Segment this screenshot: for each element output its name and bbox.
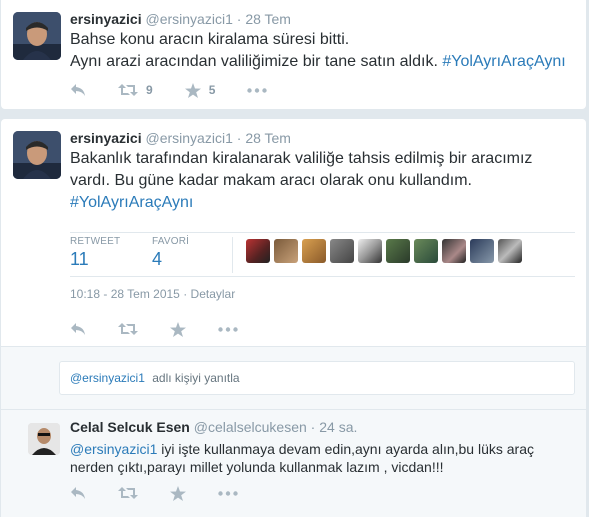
reply-composer-area: @ersinyazici1 adlı kişiyi yanıtla bbox=[1, 346, 586, 410]
star-icon bbox=[184, 82, 201, 98]
avatar[interactable] bbox=[13, 131, 61, 179]
more-button[interactable] bbox=[247, 87, 268, 93]
favoriter-avatars bbox=[246, 239, 526, 263]
stats-divider bbox=[232, 237, 233, 273]
favorite-stat-label: FAVORİ bbox=[152, 236, 190, 247]
tweet-line-text: iyi işte kullanmaya devam edin,aynı ayar… bbox=[161, 441, 534, 457]
retweet-button[interactable] bbox=[118, 486, 138, 500]
reply-icon bbox=[71, 323, 85, 335]
tweet-line: Bahse konu aracın kiralama süresi bitti. bbox=[70, 31, 350, 48]
favoriter-avatar[interactable] bbox=[414, 239, 438, 263]
hashtag-link[interactable]: #YolAyrıAraçAynı bbox=[70, 192, 575, 214]
reply-tweet[interactable]: Celal Selcuk Esen @celalselcukesen · 24 … bbox=[1, 410, 586, 517]
retweet-stat-value: 11 bbox=[70, 249, 89, 269]
author-name[interactable]: ersinyazici bbox=[70, 11, 142, 27]
author-handle[interactable]: @celalselcukesen bbox=[194, 419, 307, 435]
favoriter-avatar[interactable] bbox=[358, 239, 382, 263]
retweet-icon bbox=[118, 84, 138, 96]
tweet-line: nerden çıktı,parayı millet yolunda kulla… bbox=[70, 459, 444, 475]
tweet-text: @ersinyazici1 iyi işte kullanmaya devam … bbox=[70, 440, 540, 476]
favoriter-avatar[interactable] bbox=[386, 239, 410, 263]
separator-dot: · bbox=[183, 287, 191, 301]
retweet-button[interactable]: 9 bbox=[118, 83, 153, 97]
more-icon bbox=[218, 490, 238, 496]
retweet-count: 9 bbox=[146, 83, 153, 97]
tweet-stats: RETWEET 11 FAVORİ 4 bbox=[70, 232, 575, 277]
tweet-line: Bakanlık tarafından kiralanarak valiliğe… bbox=[70, 150, 533, 167]
reply-input[interactable]: @ersinyazici1 adlı kişiyi yanıtla bbox=[59, 361, 575, 395]
more-icon bbox=[218, 326, 238, 332]
author-handle[interactable]: @ersinyazici1 bbox=[146, 130, 233, 146]
tweet-actions: 9 5 bbox=[70, 80, 299, 100]
more-button[interactable] bbox=[218, 490, 238, 496]
details-link[interactable]: Detaylar bbox=[191, 287, 236, 301]
reply-icon bbox=[71, 84, 85, 96]
tweet-actions bbox=[70, 319, 270, 339]
favoriter-avatar[interactable] bbox=[302, 239, 326, 263]
reply-button[interactable] bbox=[70, 486, 86, 500]
tweet-line-text: Aynı arazi aracından valiliğimize bir ta… bbox=[70, 53, 438, 70]
favoriter-avatar[interactable] bbox=[274, 239, 298, 263]
reply-placeholder: adlı kişiyi yanıtla bbox=[152, 371, 240, 385]
tweet-line: vardı. Bu güne kadar makam aracı olarak … bbox=[70, 172, 472, 189]
tweet-meta: 10:18 - 28 Tem 2015 · Detaylar bbox=[70, 287, 235, 301]
tweet-timestamp[interactable]: 10:18 - 28 Tem 2015 bbox=[70, 287, 180, 301]
author-name[interactable]: Celal Selcuk Esen bbox=[70, 419, 190, 435]
star-icon bbox=[170, 485, 186, 501]
more-button[interactable] bbox=[218, 326, 238, 332]
tweet-header: ersinyazici @ersinyazici1 · 28 Tem bbox=[70, 11, 291, 27]
favorite-button[interactable] bbox=[170, 321, 186, 337]
star-icon bbox=[170, 321, 186, 337]
reply-button[interactable] bbox=[70, 322, 86, 336]
tweet-actions bbox=[70, 483, 270, 503]
more-icon bbox=[247, 87, 268, 93]
tweet-line: Aynı arazi aracından valiliğimize bir ta… bbox=[70, 51, 575, 73]
separator-dot: · bbox=[236, 11, 242, 27]
favorite-stat-value: 4 bbox=[152, 249, 163, 269]
retweet-stat[interactable]: RETWEET 11 bbox=[70, 236, 120, 270]
tweet-text: Bahse konu aracın kiralama süresi bitti.… bbox=[70, 29, 575, 73]
tweet-time[interactable]: 28 Tem bbox=[245, 130, 291, 146]
retweet-stat-label: RETWEET bbox=[70, 236, 121, 247]
tweet-header: ersinyazici @ersinyazici1 · 28 Tem bbox=[70, 130, 291, 146]
reply-icon bbox=[71, 487, 85, 499]
favoriter-avatar[interactable] bbox=[498, 239, 522, 263]
author-handle[interactable]: @ersinyazici1 bbox=[146, 11, 233, 27]
favorite-stat[interactable]: FAVORİ 4 bbox=[152, 236, 189, 270]
favoriter-avatar[interactable] bbox=[442, 239, 466, 263]
reply-button[interactable] bbox=[70, 83, 86, 97]
retweet-button[interactable] bbox=[118, 322, 138, 336]
favoriter-avatar[interactable] bbox=[470, 239, 494, 263]
retweet-icon bbox=[118, 487, 138, 499]
avatar[interactable] bbox=[13, 12, 61, 60]
reply-mention: @ersinyazici1 bbox=[70, 371, 145, 385]
retweet-icon bbox=[118, 323, 138, 335]
focused-tweet-card: ersinyazici @ersinyazici1 · 28 Tem Bakan… bbox=[0, 118, 587, 517]
tweet-text: Bakanlık tarafından kiralanarak valiliğe… bbox=[70, 148, 575, 214]
hashtag-link[interactable]: #YolAyrıAraçAynı bbox=[442, 53, 565, 70]
mention-link[interactable]: @ersinyazici1 bbox=[70, 441, 157, 457]
separator-dot: · bbox=[236, 130, 242, 146]
avatar[interactable] bbox=[28, 423, 60, 455]
tweet-time[interactable]: 28 Tem bbox=[245, 11, 291, 27]
tweet-line: @ersinyazici1 iyi işte kullanmaya devam … bbox=[70, 440, 540, 458]
tweet-card[interactable]: ersinyazici @ersinyazici1 · 28 Tem Bahse… bbox=[0, 0, 587, 110]
author-name[interactable]: ersinyazici bbox=[70, 130, 142, 146]
favoriter-avatar[interactable] bbox=[246, 239, 270, 263]
favorite-button[interactable]: 5 bbox=[184, 82, 216, 98]
tweet-header: Celal Selcuk Esen @celalselcukesen · 24 … bbox=[70, 419, 357, 435]
favorite-count: 5 bbox=[208, 83, 216, 97]
favorite-button[interactable] bbox=[170, 485, 186, 501]
favoriter-avatar[interactable] bbox=[330, 239, 354, 263]
tweet-time[interactable]: 24 sa. bbox=[319, 419, 357, 435]
separator-dot: · bbox=[310, 419, 316, 435]
